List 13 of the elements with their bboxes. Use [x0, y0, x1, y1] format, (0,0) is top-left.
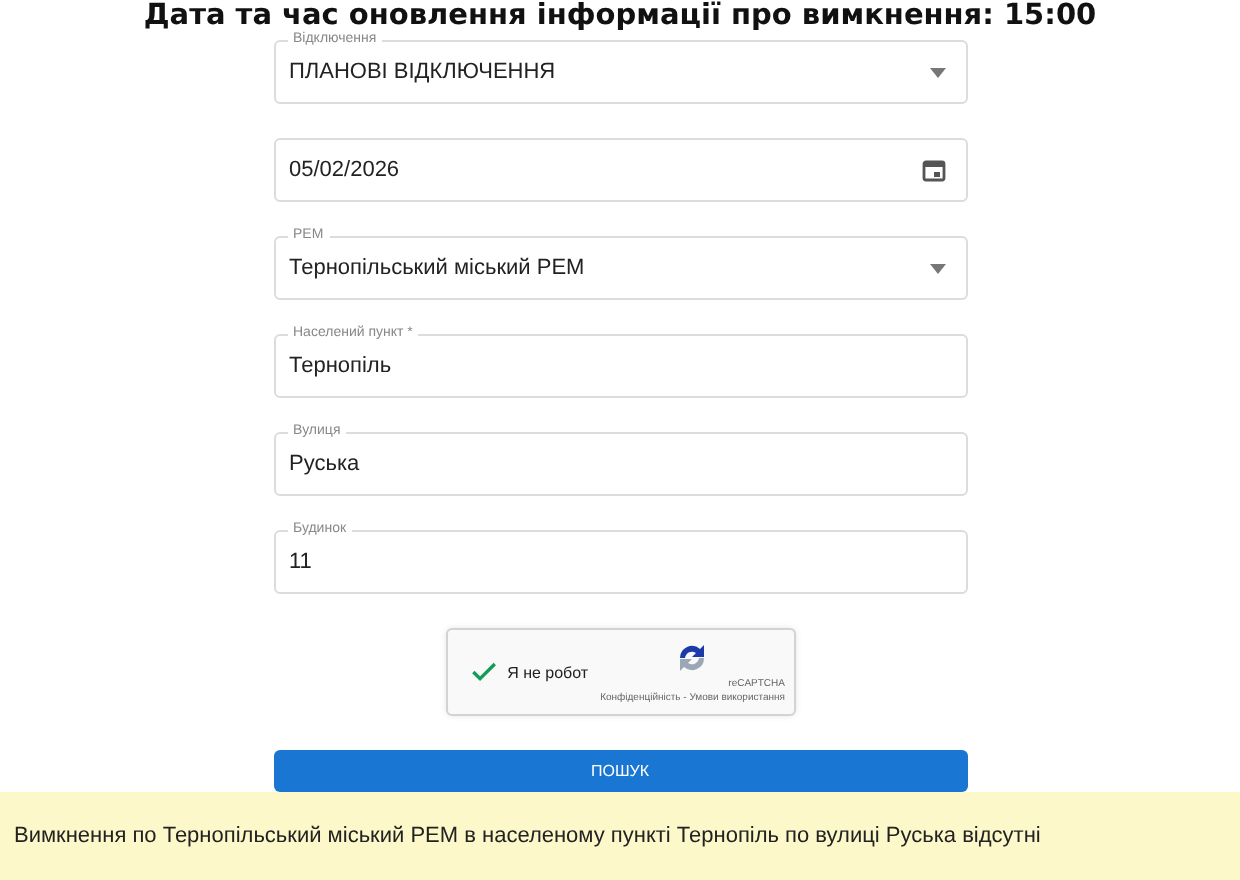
result-message: Вимкнення по Тернопільський міський РЕМ в населеному пункті Тернопіль по вулиці Руська відсутні — [14, 824, 1041, 848]
search-button[interactable]: ПОШУК — [273, 750, 967, 792]
field-value: Тернопільський міський РЕМ — [289, 256, 587, 280]
field-value: 11 — [289, 550, 314, 574]
field-value: 05/02/2026 — [289, 158, 402, 182]
dropdown-caret-icon[interactable] — [929, 67, 945, 77]
dropdown-caret-icon[interactable] — [929, 263, 945, 273]
calendar-icon[interactable] — [921, 158, 945, 182]
captcha-label: Я не робот — [507, 663, 589, 681]
date-field[interactable]: 05/02/2026 — [273, 128, 967, 202]
field-value: Тернопіль — [289, 354, 394, 378]
field-value: ПЛАНОВІ ВІДКЛЮЧЕННЯ — [289, 60, 558, 84]
field-value: Руська — [289, 452, 362, 476]
